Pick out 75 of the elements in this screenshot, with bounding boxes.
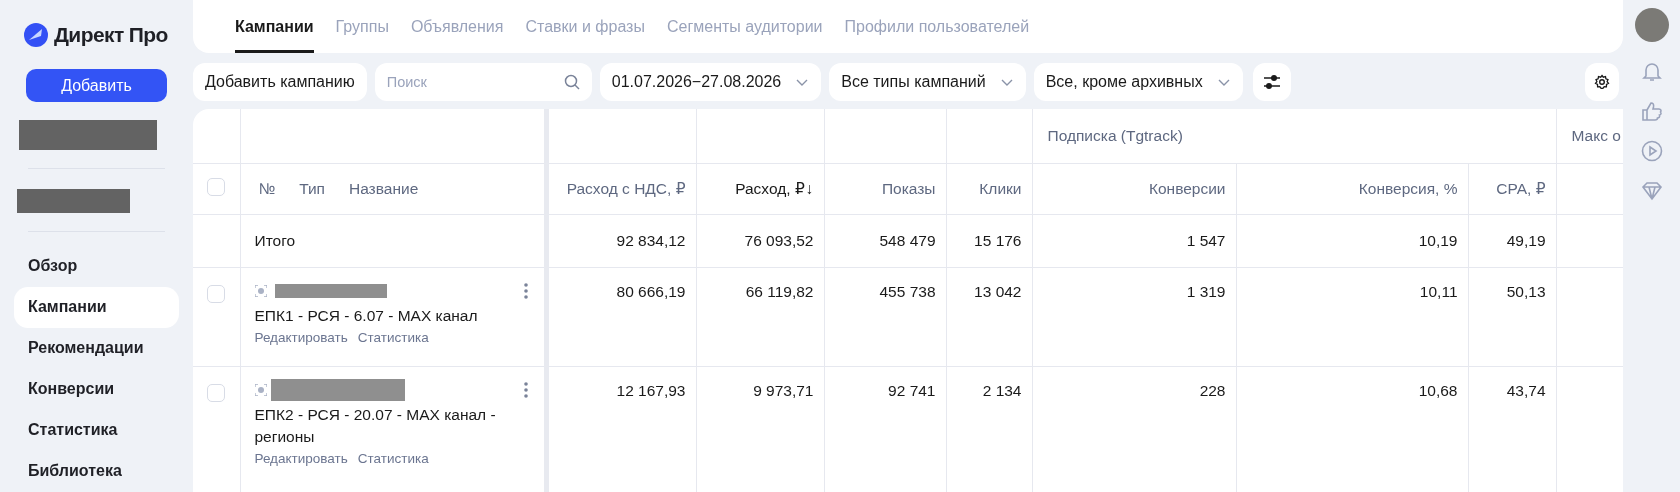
column-header[interactable]: Расход, ₽↓ [735,179,814,197]
table-cell: 92 834,12 [616,231,686,249]
logo-icon [24,22,48,47]
table-cell: 2 134 [982,381,1022,399]
date-dropdown[interactable]: 01.07.2026−27.08.2026 [599,63,822,101]
table-cell: 10,19 [1418,231,1458,249]
table-cell: 43,74 [1506,381,1546,399]
table-cell: 1 319 [1186,282,1226,300]
tab[interactable]: Кампании [235,0,314,53]
table-cell: 92 741 [888,381,936,399]
more-icon[interactable] [523,282,528,299]
play-icon[interactable] [1640,140,1663,162]
type-dropdown[interactable]: Все типы кампаний [829,63,1026,101]
nav-item[interactable]: Обзор [14,246,179,287]
column-group-header: Макс о [1571,126,1621,144]
table-cell: 50,13 [1506,282,1546,300]
table-cell: 66 119,82 [745,282,814,300]
chevron-down-icon [1216,77,1231,87]
table-cell: 49,19 [1506,231,1546,249]
nav-item[interactable]: Конверсии [14,369,179,410]
table-cell: 228 [1199,381,1226,399]
settings-icon [1594,74,1610,90]
column-header[interactable]: Конверсия, % [1358,179,1458,197]
column-header[interactable]: Клики [979,179,1022,197]
add-button[interactable]: Добавить [26,69,167,103]
table-cell: 76 093,52 [744,231,814,249]
nav-item[interactable]: Библиотека [14,451,179,492]
logo-text: Директ Про [54,22,168,47]
table-cell: 13 042 [974,282,1022,300]
row-checkbox[interactable] [207,383,226,402]
search-icon [563,74,580,90]
add-campaign-button[interactable]: Добавить кампанию [193,63,367,101]
column-header[interactable]: Показы [881,179,936,197]
column-header[interactable]: Расход с НДС, ₽ [566,179,686,197]
sliders-icon [1262,74,1281,90]
nav-item[interactable]: Рекомендации [14,328,179,369]
total-label: Итого [254,231,296,249]
thumbs-up-icon[interactable] [1640,100,1663,122]
chevron-down-icon [795,77,810,87]
table-cell: 10,11 [1419,282,1458,300]
table-cell: 80 666,19 [616,282,686,300]
more-icon[interactable] [523,381,528,398]
table-cell: 9 973,71 [753,381,814,399]
settings-button[interactable] [1585,63,1619,101]
column-group-header: Подписка (Tgtrack) [1047,126,1183,144]
table-cell: 1 547 [1186,231,1226,249]
column-header[interactable]: CPA, ₽ [1496,179,1546,197]
table-cell: 455 738 [879,282,936,300]
filter-button[interactable] [1252,63,1291,101]
campaign-name[interactable]: ЕПК2 - РСЯ - 20.07 - MAX канал - регионы [254,403,534,448]
nav-item[interactable]: Кампании [14,287,179,328]
column-header[interactable]: Конверсии [1148,179,1226,197]
column-header[interactable]: Название [349,179,419,198]
search-field[interactable]: Поиск [374,63,592,101]
row-checkbox[interactable] [207,284,226,303]
table-cell: 10,68 [1418,381,1458,399]
column-header[interactable]: № [258,179,276,198]
campaign-link[interactable]: Статистика [357,329,429,345]
bell-icon[interactable] [1640,60,1663,82]
table-cell: 15 176 [974,231,1022,249]
campaign-name[interactable]: ЕПК1 - РСЯ - 6.07 - MAX канал [254,304,534,327]
status-dropdown[interactable]: Все, кроме архивных [1033,63,1243,101]
table-cell: 548 479 [879,231,936,249]
target-icon [254,383,267,396]
campaign-link[interactable]: Статистика [357,450,429,466]
nav-item[interactable]: Статистика [14,410,179,451]
select-all-checkbox[interactable] [207,177,226,196]
chevron-down-icon [999,77,1014,87]
table-cell: 12 167,93 [616,381,686,399]
avatar-placeholder[interactable] [1634,8,1669,42]
column-header[interactable]: Тип [299,179,325,198]
campaign-link[interactable]: Редактировать [254,450,348,466]
target-icon [254,284,267,297]
diamond-icon[interactable] [1640,180,1663,202]
campaign-link[interactable]: Редактировать [254,329,348,345]
